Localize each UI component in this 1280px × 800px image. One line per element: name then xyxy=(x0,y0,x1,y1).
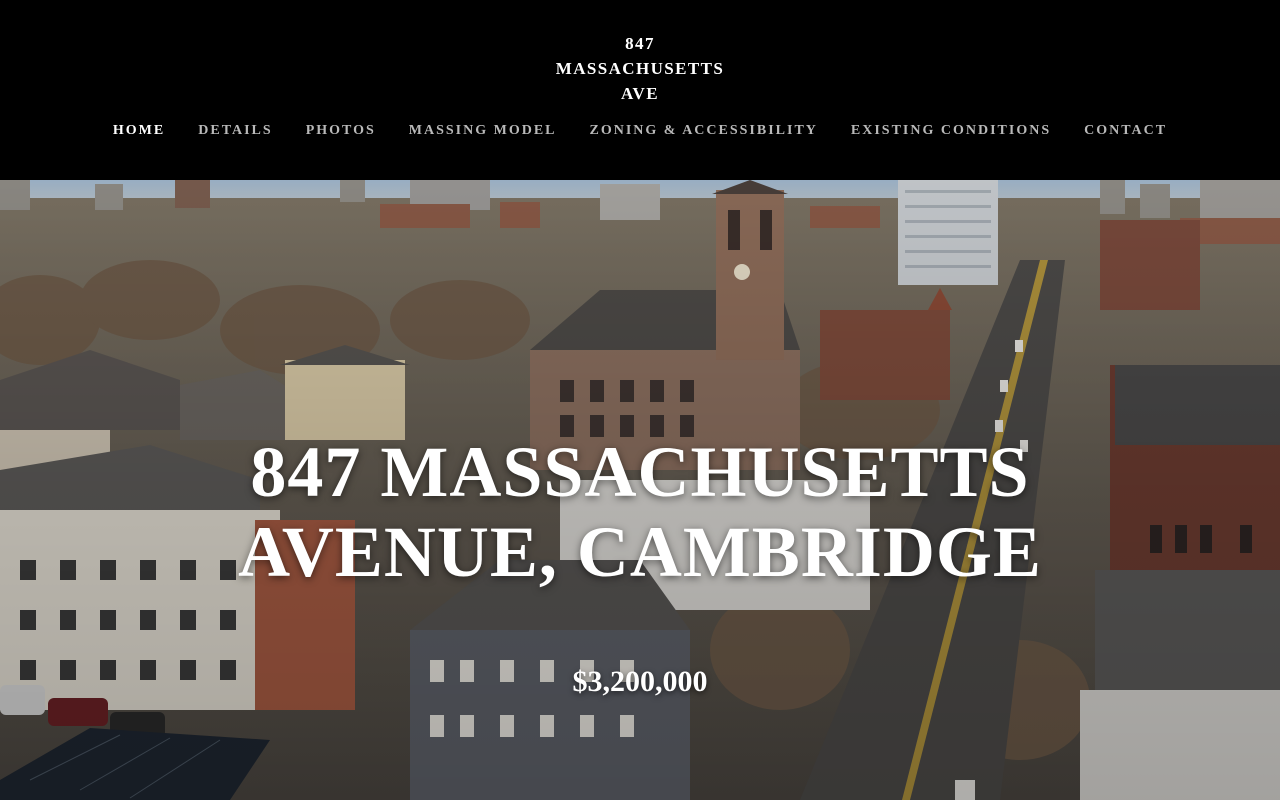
main-nav: HOME DETAILS PHOTOS MASSING MODEL ZONING… xyxy=(0,122,1280,142)
site-header: 847 MASSACHUSETTS AVE HOME DETAILS PHOTO… xyxy=(0,0,1280,180)
site-title-line-3[interactable]: AVE xyxy=(0,81,1280,106)
hero-section: 847 MASSACHUSETTS AVENUE, CAMBRIDGE $3,2… xyxy=(0,180,1280,800)
nav-item-zoning-accessibility[interactable]: ZONING & ACCESSIBILITY xyxy=(590,122,818,142)
nav-item-photos[interactable]: PHOTOS xyxy=(306,122,376,142)
listing-price: $3,200,000 xyxy=(572,665,708,698)
site-title[interactable]: 847 MASSACHUSETTS AVE xyxy=(0,31,1280,106)
nav-item-existing-conditions[interactable]: EXISTING CONDITIONS xyxy=(851,122,1051,142)
nav-item-massing-model[interactable]: MASSING MODEL xyxy=(409,122,557,142)
hero-headline: 847 MASSACHUSETTS AVENUE, CAMBRIDGE xyxy=(0,432,1280,592)
site-title-line-1[interactable]: 847 xyxy=(0,31,1280,56)
hero-headline-line-2: AVENUE, CAMBRIDGE xyxy=(238,512,1042,592)
nav-item-details[interactable]: DETAILS xyxy=(198,122,272,142)
nav-item-home[interactable]: HOME xyxy=(113,122,165,142)
nav-item-contact[interactable]: CONTACT xyxy=(1084,122,1167,142)
site-title-line-2[interactable]: MASSACHUSETTS xyxy=(0,56,1280,81)
hero-headline-line-1: 847 MASSACHUSETTS xyxy=(250,432,1030,512)
